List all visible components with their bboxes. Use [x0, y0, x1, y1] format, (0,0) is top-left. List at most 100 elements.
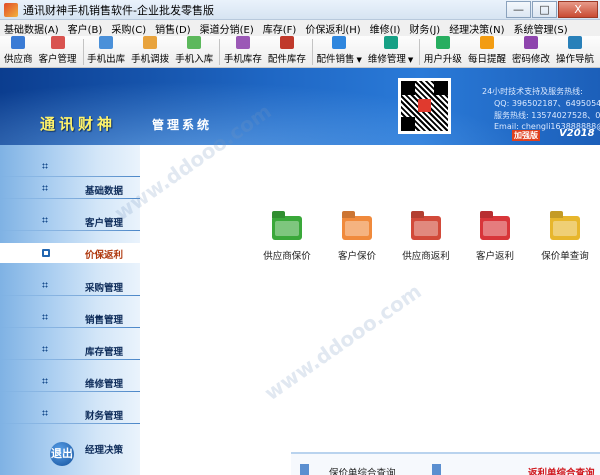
toolbar-supplier-button[interactable]: 供应商 — [4, 36, 33, 67]
sidebar-item-label: 维修管理 — [85, 379, 124, 390]
toolbar-label: 手机库存 — [223, 54, 262, 65]
dots-icon — [42, 163, 48, 169]
sidebar-item-label: 销售管理 — [85, 315, 124, 326]
window-title: 通讯财神手机销售软件-企业批发零售版 — [23, 3, 214, 17]
grid-icon — [42, 249, 50, 257]
sidebar-item-inventory[interactable]: 库存管理 — [0, 340, 140, 360]
qq-line: QQ: 396502187、6495054440 — [494, 99, 600, 108]
toolbar-label: 手机入库 — [175, 54, 214, 65]
folder-shape — [550, 216, 580, 240]
feature-customer-rebate[interactable]: 客户返利 — [460, 210, 530, 262]
folder-shape — [480, 216, 510, 240]
sidebar-item-label: 价保返利 — [85, 250, 124, 261]
qr-code-pattern — [401, 81, 448, 131]
folder-shape — [342, 216, 372, 240]
toolbar-label-text: 维修管理 — [367, 54, 406, 65]
menu-sales[interactable]: 销售(D) — [155, 21, 191, 36]
toolbar-phone-transfer-button[interactable]: 手机调拨 — [131, 36, 169, 67]
sidebar-item-price-rebate[interactable]: 价保返利 — [0, 243, 140, 263]
toolbar-label: 维修管理 ▼ — [368, 51, 413, 65]
sidebar-item-label: 采购管理 — [85, 283, 124, 294]
feature-label: 保价单查询 — [541, 251, 589, 262]
sidebar-divider — [0, 176, 140, 177]
toolbar-repair-button[interactable]: 维修管理 ▼ — [368, 36, 413, 67]
sidebar-item-label: 经理决策 — [85, 445, 124, 456]
sidebar-item-sales[interactable]: 销售管理 — [0, 308, 140, 328]
parts-stock-icon — [279, 36, 294, 49]
edition-badge: 加强版 — [512, 130, 540, 141]
toolbar-phone-in-button[interactable]: 手机入库 — [175, 36, 213, 67]
sidebar-divider — [0, 230, 140, 231]
folder-icon — [272, 210, 302, 240]
folder-search-icon — [550, 210, 580, 240]
version-label: V2018 — [559, 128, 595, 139]
menu-distribution[interactable]: 渠道分销(E) — [200, 21, 254, 36]
folder-icon — [342, 210, 372, 240]
minimize-button[interactable]: — — [506, 1, 531, 18]
sidebar-divider — [0, 198, 140, 199]
sidebar-divider — [0, 359, 140, 360]
customer-icon — [50, 36, 65, 49]
menu-system[interactable]: 系统管理(S) — [513, 21, 567, 36]
sidebar-item-repair[interactable]: 维修管理 — [0, 372, 140, 392]
menu-customer[interactable]: 客户(B) — [68, 21, 103, 36]
document-icon — [300, 464, 309, 475]
toolbar-reminder-button[interactable]: 每日提醒 — [468, 36, 506, 67]
feature-label: 供应商保价 — [263, 251, 311, 262]
rebate-summary-link[interactable]: 返利单综合查询 — [528, 465, 595, 475]
exit-button[interactable]: 退出 — [50, 442, 74, 466]
sidebar-item-label: 基础数据 — [85, 186, 124, 197]
menu-bar: 基础数据(A) 客户(B) 采购(C) 销售(D) 渠道分销(E) 库存(F) … — [0, 20, 600, 36]
toolbar-separator — [311, 39, 313, 65]
toolbar: 供应商 客户管理 手机出库 手机调拨 手机入库 手机库存 配件库存 配件销售 ▼ … — [0, 36, 600, 68]
feature-customer-price-protect[interactable]: 客户保价 — [322, 210, 392, 262]
menu-price-rebate[interactable]: 价保返利(H) — [305, 21, 360, 36]
sidebar-divider — [0, 391, 140, 392]
chevron-down-icon: ▼ — [356, 56, 362, 64]
sidebar: 基础数据 客户管理 价保返利 采购管理 销售管理 库存管理 维修管理 财务管理 … — [0, 145, 140, 475]
menu-purchase[interactable]: 采购(C) — [111, 21, 146, 36]
phone-out-icon — [99, 36, 114, 49]
reminder-icon — [479, 36, 494, 49]
toolbar-separator — [419, 39, 420, 65]
toolbar-parts-sale-button[interactable]: 配件销售 ▼ — [316, 36, 362, 67]
toolbar-separator — [219, 39, 220, 65]
toolbar-label: 操作导航 — [555, 54, 594, 65]
feature-price-protect-query[interactable]: 保价单查询 — [530, 210, 600, 262]
sidebar-item-blank — [0, 157, 140, 177]
price-protect-summary-link[interactable]: 保价单综合查询 — [329, 465, 396, 475]
sidebar-item-purchase[interactable]: 采购管理 — [0, 276, 140, 296]
qr-code-icon — [398, 78, 451, 134]
feature-supplier-rebate[interactable]: 供应商返利 — [391, 210, 461, 262]
bottom-query-bar: 保价单综合查询 返利单综合查询 — [291, 452, 600, 475]
supplier-icon — [11, 36, 26, 49]
toolbar-phone-stock-button[interactable]: 手机库存 — [224, 36, 262, 67]
maximize-button[interactable]: □ — [532, 1, 557, 18]
sidebar-item-finance[interactable]: 财务管理 — [0, 404, 140, 424]
sidebar-item-customer[interactable]: 客户管理 — [0, 211, 140, 231]
feature-label: 客户保价 — [337, 251, 376, 262]
sidebar-item-basic-data[interactable]: 基础数据 — [0, 179, 140, 199]
feature-supplier-price-protect[interactable]: 供应商保价 — [252, 210, 322, 262]
menu-repair[interactable]: 维修(I) — [370, 21, 401, 36]
toolbar-phone-out-button[interactable]: 手机出库 — [87, 36, 125, 67]
toolbar-upgrade-button[interactable]: 用户升级 — [424, 36, 462, 67]
menu-manager[interactable]: 经理决策(N) — [449, 21, 504, 36]
phone-transfer-icon — [143, 36, 158, 49]
dots-icon — [42, 410, 48, 416]
banner-subtitle: 管理系统 — [152, 118, 213, 132]
close-button[interactable]: X — [558, 1, 598, 18]
toolbar-customer-button[interactable]: 客户管理 — [39, 36, 77, 67]
folder-shape — [272, 216, 302, 240]
toolbar-password-button[interactable]: 密码修改 — [512, 36, 550, 67]
toolbar-parts-stock-button[interactable]: 配件库存 — [268, 36, 306, 67]
dots-icon — [42, 314, 48, 320]
upgrade-icon — [435, 36, 450, 49]
sidebar-divider — [0, 327, 140, 328]
menu-finance[interactable]: 财务(J) — [409, 21, 440, 36]
title-bar: 通讯财神手机销售软件-企业批发零售版 — □ X — [0, 0, 600, 20]
menu-inventory[interactable]: 库存(F) — [263, 21, 297, 36]
menu-basic-data[interactable]: 基础数据(A) — [4, 21, 59, 36]
toolbar-navigation-button[interactable]: 操作导航 — [556, 36, 594, 67]
chevron-down-icon: ▼ — [407, 56, 414, 64]
